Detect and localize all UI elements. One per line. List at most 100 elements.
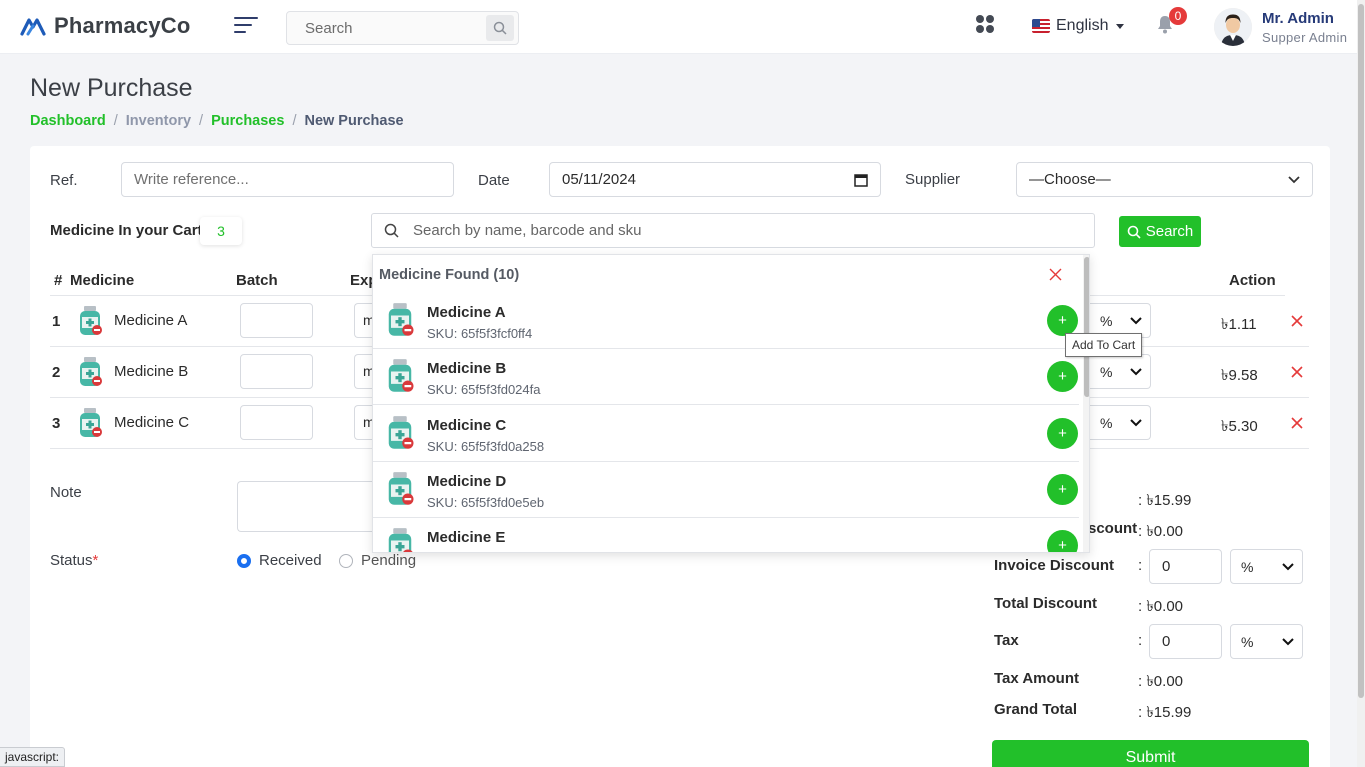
tax-type-select[interactable]: % [1230, 624, 1303, 659]
breadcrumb-current: New Purchase [304, 113, 404, 129]
results-header: Medicine Found (10) [373, 255, 1083, 295]
date-value: 05/11/2024 [562, 171, 636, 188]
results-scrollbar-thumb[interactable] [1084, 257, 1089, 397]
avatar[interactable] [1214, 8, 1252, 46]
discount-type-select[interactable]: % [1090, 354, 1151, 389]
apps-grid-icon[interactable] [976, 15, 994, 33]
header-search-button[interactable] [486, 15, 514, 41]
row-number: 3 [52, 415, 61, 432]
status-received-option[interactable]: Received [237, 552, 322, 569]
breadcrumb-inventory[interactable]: Inventory [126, 113, 191, 129]
tax-amount-value: : ৳0.00 [1138, 673, 1183, 690]
list-item[interactable]: Medicine A SKU: 65f5f3fcf0ff4 + [373, 292, 1079, 349]
add-to-cart-button[interactable]: + [1047, 418, 1078, 449]
search-icon [384, 223, 399, 238]
result-name: Medicine E [427, 529, 506, 546]
result-name: Medicine C [427, 417, 507, 434]
page-title: New Purchase [30, 74, 193, 102]
medicine-bottle-icon [388, 303, 414, 336]
radio-pending[interactable] [339, 553, 353, 568]
discount-value: : ৳0.00 [1138, 523, 1183, 540]
list-item[interactable]: Medicine D SKU: 65f5f3fd0e5eb + [373, 461, 1079, 518]
chevron-down-icon [1130, 418, 1142, 426]
header-search-input[interactable] [287, 12, 477, 44]
page-scrollbar-thumb[interactable] [1358, 4, 1364, 698]
expiry-input[interactable]: m [354, 303, 372, 338]
search-button-label: Search [1145, 223, 1194, 240]
chevron-down-icon [1282, 637, 1294, 645]
remove-row-icon[interactable] [1290, 314, 1304, 328]
list-item[interactable]: Medicine B SKU: 65f5f3fd024fa + [373, 348, 1079, 405]
page-scrollbar[interactable] [1357, 0, 1365, 767]
add-to-cart-button[interactable]: + [1047, 474, 1078, 505]
top-navbar: PharmacyCo English 0 Mr. Admin Supper Ad… [0, 0, 1365, 54]
add-to-cart-button[interactable]: + [1047, 305, 1078, 336]
breadcrumb: Dashboard / Inventory / Purchases / New … [30, 113, 404, 129]
chevron-down-icon [1130, 367, 1142, 375]
list-item[interactable]: Medicine C SKU: 65f5f3fd0a258 + [373, 405, 1079, 462]
cart-count-badge: 3 [200, 217, 242, 245]
supplier-select[interactable]: —Choose— [1016, 162, 1313, 197]
results-title: Medicine Found (10) [379, 267, 520, 283]
medicine-search-placeholder: Search by name, barcode and sku [413, 222, 642, 239]
supplier-selected: —Choose— [1029, 171, 1111, 188]
radio-received[interactable] [237, 553, 251, 568]
expiry-input[interactable]: m [354, 354, 372, 389]
date-input[interactable]: 05/11/2024 [549, 162, 881, 197]
invoice-discount-label: Invoice Discount [994, 557, 1115, 574]
result-sku: SKU: 65f5f3fd0e5eb [427, 495, 545, 510]
browser-status-bar: javascript: [0, 747, 66, 767]
invoice-discount-input[interactable]: 0 [1149, 549, 1222, 584]
discount-type-select[interactable]: % [1090, 405, 1151, 440]
medicine-bottle-icon [388, 416, 414, 449]
result-name: Medicine B [427, 360, 507, 377]
ref-input[interactable]: Write reference... [121, 162, 454, 197]
status-pending-option[interactable]: Pending [339, 552, 416, 569]
result-sku: SKU: 65f5f3fd024fa [427, 382, 541, 397]
user-role: Supper Admin [1262, 30, 1348, 45]
total-discount-label: Total Discount [994, 595, 1098, 612]
search-icon [493, 21, 507, 35]
medicine-search-field[interactable]: Search by name, barcode and sku [371, 213, 1095, 248]
grand-total-label: Grand Total [994, 701, 1078, 718]
menu-toggle-icon[interactable] [234, 17, 260, 35]
list-item[interactable]: Medicine E + [373, 517, 1079, 552]
breadcrumb-purchases[interactable]: Purchases [211, 113, 284, 129]
note-textarea[interactable] [237, 481, 377, 532]
row-price: ৳5.30 [1221, 418, 1258, 435]
medicine-bottle-icon [80, 306, 102, 335]
brand-logo[interactable]: PharmacyCo [20, 13, 191, 39]
chevron-down-icon [1130, 316, 1142, 324]
tax-input[interactable]: 0 [1149, 624, 1222, 659]
breadcrumb-dashboard[interactable]: Dashboard [30, 113, 106, 129]
grand-total-value: : ৳15.99 [1138, 704, 1192, 721]
user-name[interactable]: Mr. Admin [1262, 10, 1334, 27]
expiry-input[interactable]: m [354, 405, 372, 440]
radio-pending-label: Pending [361, 552, 417, 569]
row-medicine-name: Medicine C [114, 414, 190, 431]
close-icon[interactable] [1049, 268, 1062, 281]
language-selector[interactable]: English [1032, 17, 1125, 35]
add-to-cart-button[interactable]: + [1047, 361, 1078, 392]
add-to-cart-button[interactable]: + [1047, 530, 1078, 552]
medicine-bottle-icon [388, 359, 414, 392]
remove-row-icon[interactable] [1290, 416, 1304, 430]
calendar-icon[interactable] [854, 173, 868, 187]
submit-button[interactable]: Submit [992, 740, 1309, 767]
col-header-batch: Batch [236, 272, 278, 289]
medicine-search-results: Medicine Found (10) Medicine A SKU: 65f5… [372, 254, 1090, 553]
medicine-bottle-icon [80, 408, 102, 437]
tax-amount-label: Tax Amount [994, 670, 1079, 687]
col-header-num: # [54, 272, 63, 289]
note-label: Note [50, 484, 82, 501]
batch-input[interactable] [240, 303, 313, 338]
row-number: 2 [52, 364, 61, 381]
batch-input[interactable] [240, 354, 313, 389]
batch-input[interactable] [240, 405, 313, 440]
chevron-down-icon [1288, 175, 1300, 183]
medicine-search-button[interactable]: Search [1119, 216, 1201, 247]
row-medicine-name: Medicine A [114, 312, 188, 329]
invoice-discount-type-select[interactable]: % [1230, 549, 1303, 584]
results-scrollbar[interactable] [1083, 255, 1089, 552]
remove-row-icon[interactable] [1290, 365, 1304, 379]
